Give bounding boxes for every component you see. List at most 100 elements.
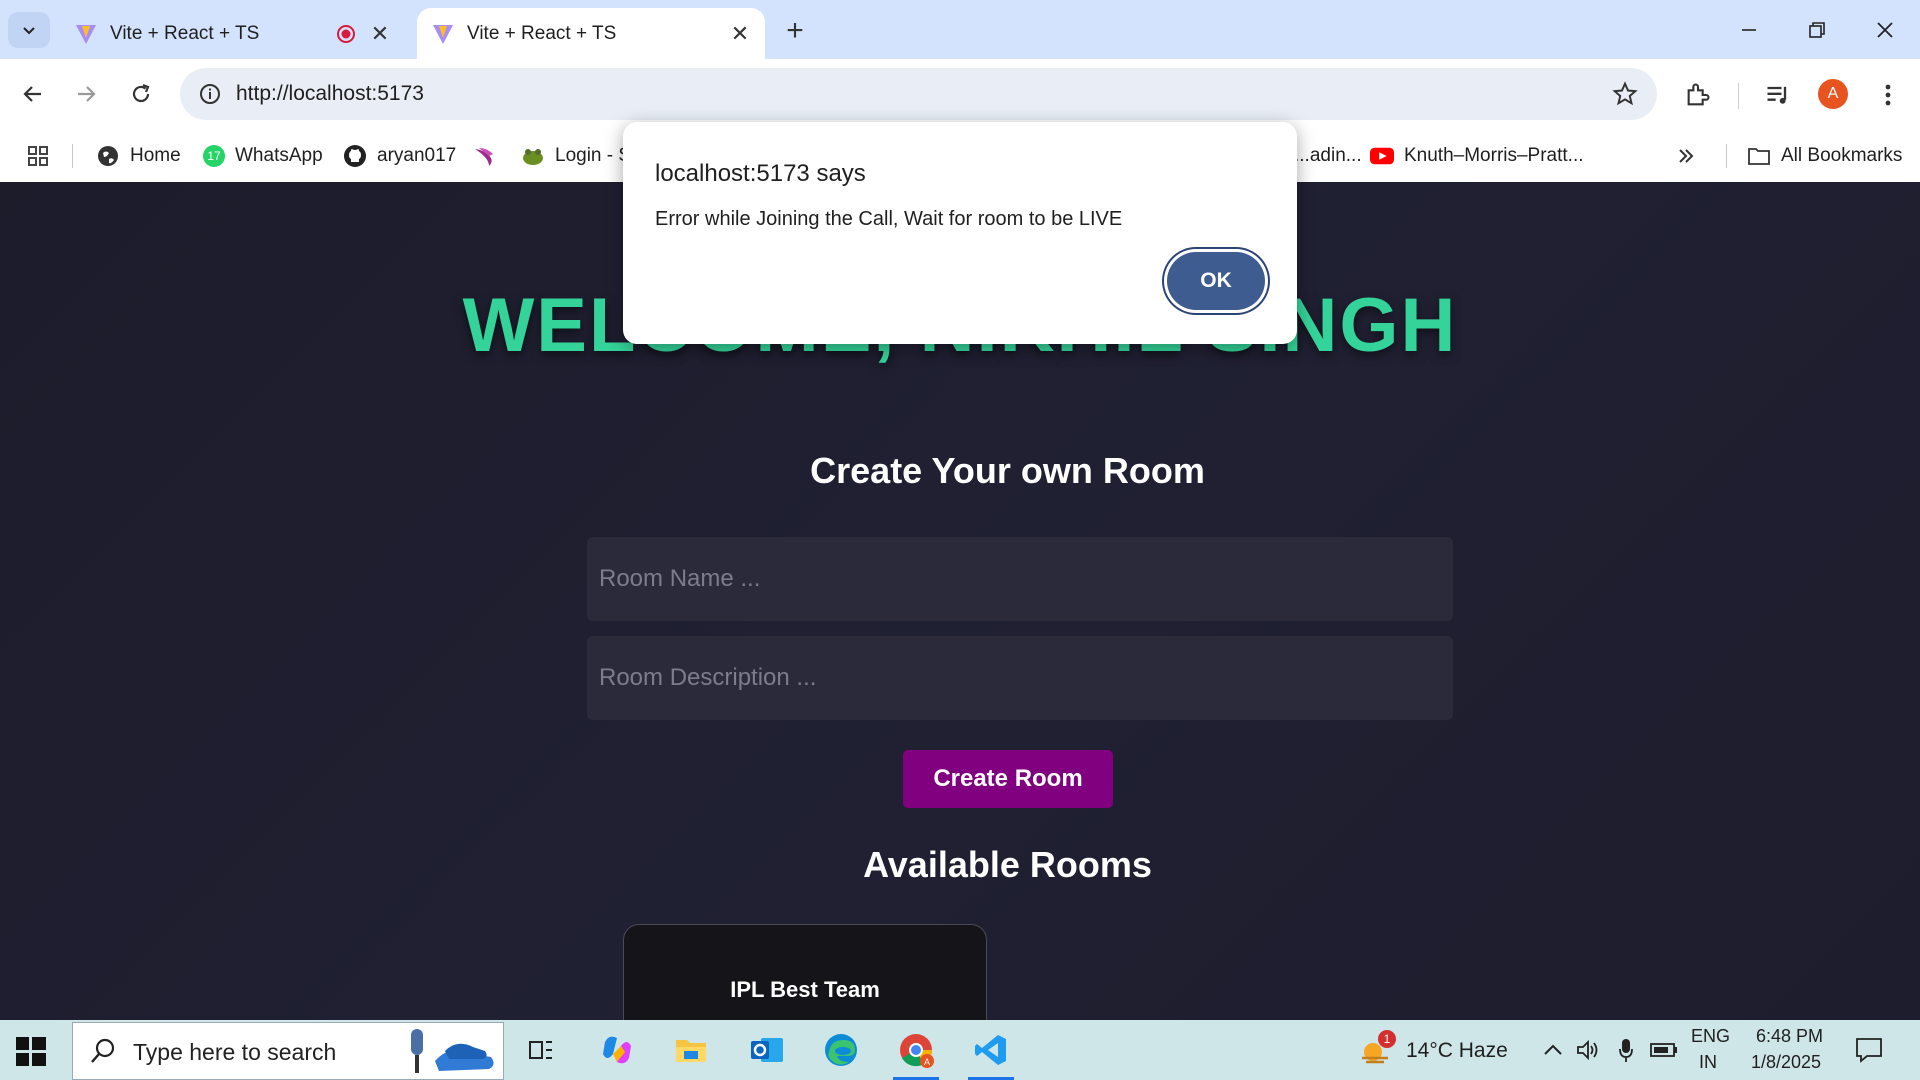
apps-grid-icon[interactable] <box>26 142 50 170</box>
tab-strip: Vite + React + TS ✕ Vite + React + TS ✕ … <box>0 0 1920 59</box>
bookmark-bird[interactable] <box>473 142 507 170</box>
chevron-down-icon <box>23 27 35 35</box>
copilot-icon[interactable] <box>594 1028 640 1072</box>
bird-logo-icon <box>473 144 497 168</box>
room-description-field[interactable] <box>587 636 1453 720</box>
all-bookmarks[interactable]: All Bookmarks <box>1747 142 1902 170</box>
close-tab-icon[interactable]: ✕ <box>727 21 753 47</box>
bookmark-divider <box>72 144 73 168</box>
language-bottom[interactable]: IN <box>1699 1052 1717 1073</box>
tab-search-button[interactable] <box>8 12 50 48</box>
bookmark-label: Home <box>130 145 181 166</box>
minimize-icon <box>1742 29 1756 31</box>
toolbar-divider <box>1738 83 1739 109</box>
room-name: IPL Best Team <box>730 977 880 1002</box>
notification-icon[interactable] <box>1847 1028 1891 1072</box>
vscode-icon[interactable] <box>968 1028 1014 1080</box>
dialog-title: localhost:5173 says <box>655 160 866 187</box>
bookmark-divider <box>1726 144 1727 168</box>
arrow-right-icon <box>78 86 96 102</box>
create-room-button[interactable]: Create Room <box>903 750 1113 808</box>
bookmark-label: WhatsApp <box>235 145 323 166</box>
search-icon <box>91 1038 115 1063</box>
room-name-field[interactable] <box>587 537 1453 621</box>
bookmark-label: ...adin... <box>1294 145 1362 166</box>
folder-icon <box>1747 144 1771 168</box>
weather-icon[interactable]: 1 <box>1358 1030 1396 1068</box>
vite-logo-icon <box>72 20 100 48</box>
browser-toolbar: http://localhost:5173 A <box>0 59 1920 130</box>
forward-button[interactable] <box>65 73 107 115</box>
back-button[interactable] <box>12 73 54 115</box>
language-top[interactable]: ENG <box>1691 1026 1730 1047</box>
bookmark-label: Knuth–Morris–Pratt... <box>1404 145 1584 166</box>
extensions-icon[interactable] <box>1680 77 1716 113</box>
bookmark-truncated[interactable]: ...adin... <box>1294 142 1362 170</box>
weather-text[interactable]: 14°C Haze <box>1406 1039 1508 1063</box>
edge-icon[interactable] <box>818 1028 864 1072</box>
room-card[interactable]: IPL Best Team <box>623 924 987 1020</box>
search-placeholder: Type here to search <box>133 1039 337 1065</box>
site-info-icon[interactable] <box>192 76 228 112</box>
globe-icon <box>96 144 120 168</box>
dialog-message: Error while Joining the Call, Wait for r… <box>655 208 1123 230</box>
alert-dialog: localhost:5173 says Error while Joining … <box>623 122 1297 344</box>
clock-time[interactable]: 6:48 PM <box>1756 1026 1823 1047</box>
restore-button[interactable] <box>1783 8 1851 52</box>
bookmark-github[interactable]: aryan017 <box>343 142 456 170</box>
file-explorer-icon[interactable] <box>668 1028 714 1072</box>
bookmark-home[interactable]: Home <box>96 142 181 170</box>
available-rooms-heading: Available Rooms <box>863 844 1152 885</box>
microphone-icon[interactable] <box>1606 1028 1646 1072</box>
youtube-icon <box>1370 144 1394 168</box>
bookmark-kmp[interactable]: Knuth–Morris–Pratt... <box>1370 142 1584 170</box>
weather-badge: 1 <box>1378 1030 1396 1048</box>
arrow-left-icon <box>23 86 41 102</box>
battery-icon[interactable] <box>1644 1028 1684 1072</box>
bookmark-login[interactable]: Login - S <box>521 142 631 170</box>
whatsapp-badge-count: 17 <box>207 149 221 163</box>
speaker-icon[interactable] <box>1568 1028 1608 1072</box>
tab-title: Vite + React + TS <box>467 22 617 44</box>
outlook-icon[interactable] <box>744 1028 790 1072</box>
task-view-icon[interactable] <box>518 1028 564 1072</box>
new-tab-button[interactable]: + <box>778 14 812 48</box>
minimize-button[interactable] <box>1715 8 1783 52</box>
reload-icon <box>132 83 150 103</box>
windows-taskbar: Type here to search A 1 14°C Haze ENG IN… <box>0 1020 1920 1080</box>
search-highlight-art-icon <box>411 1029 494 1073</box>
chrome-icon[interactable]: A <box>893 1028 939 1080</box>
windows-logo-icon <box>16 1037 46 1066</box>
show-hidden-icons-icon[interactable] <box>1533 1028 1573 1072</box>
more-options-icon[interactable] <box>1870 77 1906 113</box>
media-control-icon[interactable] <box>1760 77 1796 113</box>
close-icon <box>1877 22 1893 38</box>
room-description-input[interactable] <box>587 636 1453 720</box>
more-bookmarks-icon[interactable] <box>1676 142 1696 170</box>
vite-logo-icon <box>429 20 457 48</box>
restore-icon <box>1809 22 1825 38</box>
tab-2[interactable]: Vite + React + TS ✕ <box>417 8 765 59</box>
start-button[interactable] <box>14 1034 48 1068</box>
bookmark-star-icon[interactable] <box>1609 78 1641 110</box>
bookmark-whatsapp[interactable]: 17 WhatsApp <box>203 142 323 170</box>
room-name-input[interactable] <box>587 537 1453 621</box>
tab-1[interactable]: Vite + React + TS ✕ <box>60 8 405 59</box>
ok-button[interactable]: OK <box>1167 252 1265 310</box>
address-bar[interactable]: http://localhost:5173 <box>180 68 1657 120</box>
profile-avatar[interactable]: A <box>1818 79 1848 109</box>
close-window-button[interactable] <box>1851 8 1919 52</box>
taskbar-search-box[interactable]: Type here to search <box>72 1022 504 1080</box>
frog-logo-icon <box>521 144 545 168</box>
close-tab-icon[interactable]: ✕ <box>367 21 393 47</box>
reload-button[interactable] <box>120 73 162 115</box>
clock-date[interactable]: 1/8/2025 <box>1751 1052 1821 1073</box>
whatsapp-badge-icon: 17 <box>203 145 225 167</box>
url-text: http://localhost:5173 <box>236 82 424 105</box>
recording-icon <box>335 23 357 45</box>
bookmark-label: Login - S <box>555 145 632 166</box>
bookmark-label: aryan017 <box>377 145 457 166</box>
tab-title: Vite + React + TS <box>110 22 260 44</box>
svg-text:A: A <box>924 1057 930 1067</box>
create-room-heading: Create Your own Room <box>810 450 1205 491</box>
